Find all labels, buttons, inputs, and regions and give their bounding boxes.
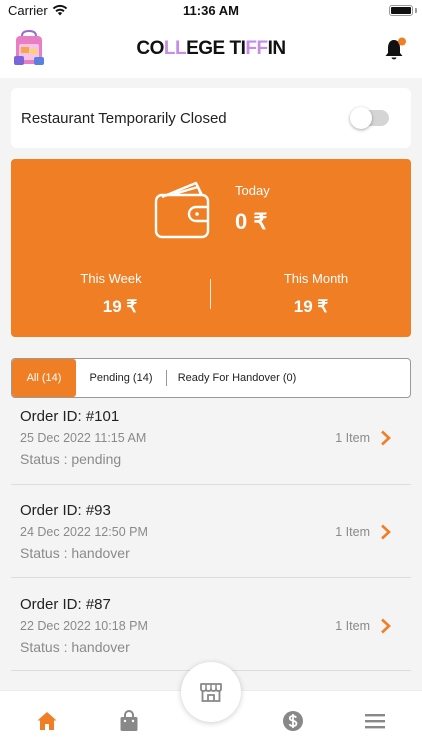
week-value: 19 ₹ (102, 297, 138, 316)
order-item-count: 1 Item (335, 525, 370, 539)
order-datetime: 24 Dec 2022 12:50 PM (20, 525, 148, 539)
brand-part-highlight: LL (163, 38, 187, 59)
order-status: Status : handover (20, 639, 130, 655)
tab-ready-for-handover[interactable]: Ready For Handover (0) (170, 359, 304, 397)
dollar-icon[interactable] (282, 710, 304, 732)
week-label: This Week (80, 271, 142, 286)
wallet-icon (154, 181, 210, 239)
app-header: COLLEGE TIFFIN (0, 22, 422, 78)
order-item-count: 1 Item (335, 431, 370, 445)
order-list-item[interactable]: Order ID: #93 24 Dec 2022 12:50 PM Statu… (0, 502, 422, 595)
order-divider (11, 577, 411, 578)
chevron-right-icon[interactable] (380, 524, 392, 540)
toggle-knob (350, 107, 372, 129)
order-datetime: 25 Dec 2022 11:15 AM (20, 431, 147, 445)
notification-bell-icon[interactable] (384, 37, 406, 61)
brand-part: IN (267, 38, 287, 59)
clock-time: 11:36 AM (183, 3, 239, 18)
restaurant-closed-toggle[interactable] (350, 107, 389, 129)
tab-separator (166, 370, 167, 386)
order-status: Status : handover (20, 545, 130, 561)
brand-part-highlight: FF (245, 38, 268, 59)
menu-icon[interactable] (364, 710, 386, 732)
today-label: Today (235, 183, 270, 198)
order-id: Order ID: #93 (20, 502, 111, 519)
restaurant-closed-label: Restaurant Temporarily Closed (21, 110, 227, 127)
order-id: Order ID: #101 (20, 408, 120, 425)
order-status: Status : pending (20, 451, 122, 467)
battery-tip (415, 8, 417, 13)
brand-part: CO (136, 38, 164, 59)
notification-dot (398, 37, 406, 46)
battery-icon (389, 5, 413, 16)
order-datetime: 22 Dec 2022 10:18 PM (20, 619, 148, 633)
order-divider (11, 484, 411, 485)
brand-title: COLLEGE TIFFIN (0, 38, 422, 60)
bag-icon[interactable] (118, 710, 140, 732)
order-list-item[interactable]: Order ID: #101 25 Dec 2022 11:15 AM Stat… (0, 408, 422, 501)
chevron-right-icon[interactable] (380, 430, 392, 446)
earnings-card: Today 0 ₹ This Week 19 ₹ This Month 19 ₹ (11, 159, 411, 337)
month-value: 19 ₹ (293, 297, 329, 316)
store-icon (200, 683, 222, 702)
today-value: 0 ₹ (235, 209, 268, 234)
order-filter-tabs: All (14) Pending (14) Ready For Handover… (11, 358, 411, 398)
chevron-right-icon[interactable] (380, 618, 392, 634)
order-item-count: 1 Item (335, 619, 370, 633)
restaurant-closed-card: Restaurant Temporarily Closed (11, 88, 411, 148)
month-label: This Month (283, 271, 349, 286)
store-fab-button[interactable] (181, 662, 241, 722)
tab-pending[interactable]: Pending (14) (76, 359, 166, 397)
status-bar: Carrier 11:36 AM (0, 0, 422, 22)
order-id: Order ID: #87 (20, 596, 111, 613)
brand-part: EGE TI (186, 38, 246, 59)
home-icon[interactable] (36, 710, 58, 732)
tab-all[interactable]: All (14) (12, 359, 76, 397)
